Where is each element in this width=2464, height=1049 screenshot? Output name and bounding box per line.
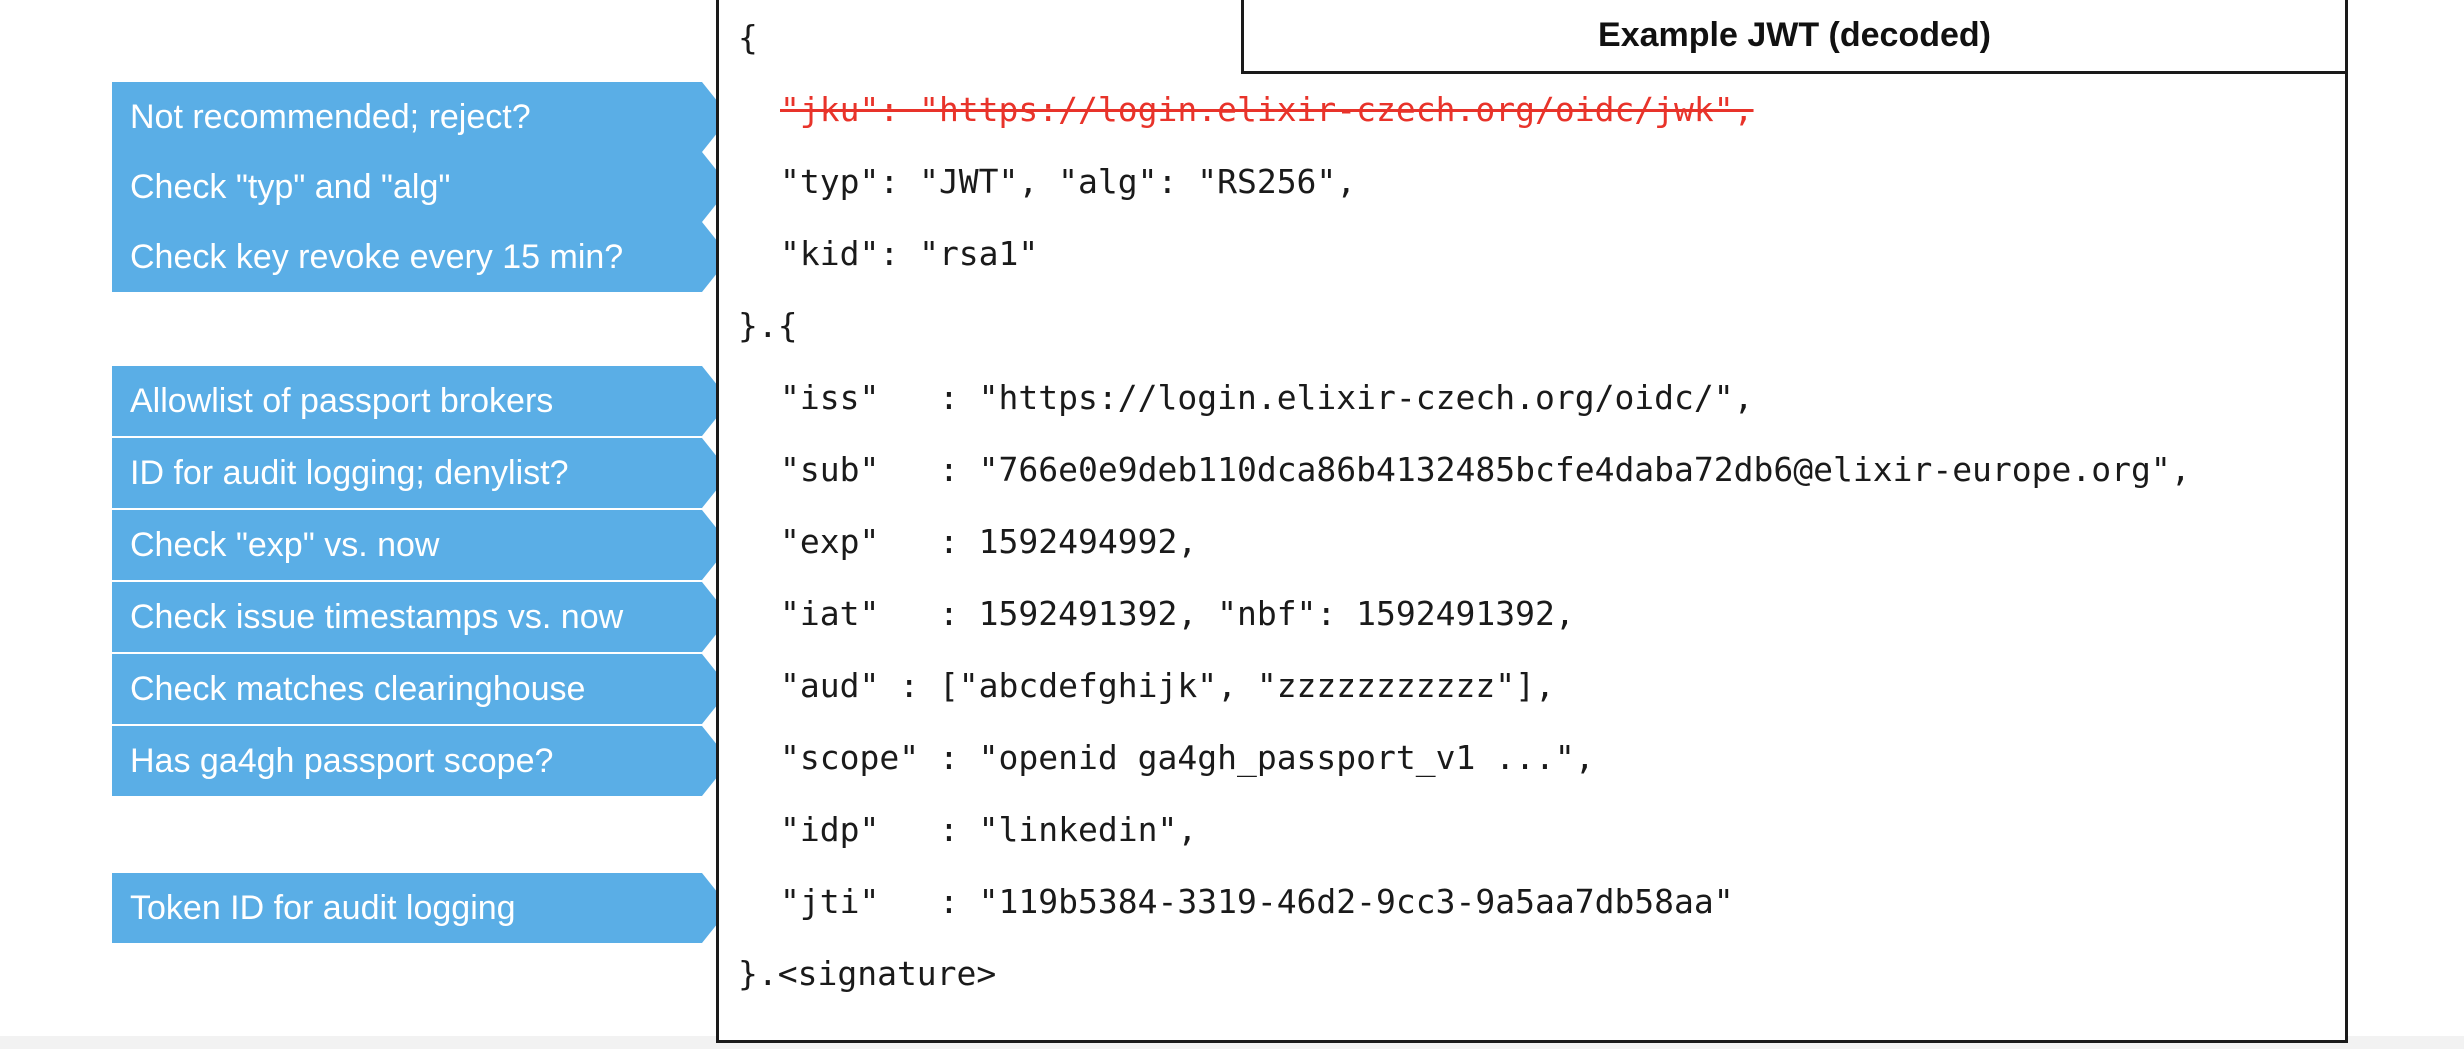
code-kid: "kid": "rsa1" [780, 234, 1039, 273]
code-signature: }.<signature> [738, 954, 997, 993]
callout-label: Has ga4gh passport scope? [130, 741, 554, 780]
callout-sub: ID for audit logging; denylist? [112, 438, 742, 508]
callout-label: ID for audit logging; denylist? [130, 453, 569, 492]
callout-iss: Allowlist of passport brokers [112, 366, 742, 436]
callout-scope: Has ga4gh passport scope? [112, 726, 742, 796]
code-scope: "scope" : "openid ga4gh_passport_v1 ..."… [780, 738, 1595, 777]
callout-kid: Check key revoke every 15 min? [112, 222, 742, 292]
callout-label: Token ID for audit logging [130, 888, 516, 927]
code-open-brace: { [738, 18, 758, 57]
page-title: Example JWT (decoded) [1598, 15, 1991, 54]
callout-label: Check issue timestamps vs. now [130, 597, 624, 636]
title-box: Example JWT (decoded) [1241, 0, 2348, 74]
callout-jku: Not recommended; reject? [112, 82, 742, 152]
callout-jti: Token ID for audit logging [112, 873, 742, 943]
code-idp: "idp" : "linkedin", [780, 810, 1198, 849]
code-jku-struck: "jku": "https://login.elixir-czech.org/o… [780, 90, 1754, 129]
code-typ-alg: "typ": "JWT", "alg": "RS256", [780, 162, 1357, 201]
callout-label: Check key revoke every 15 min? [130, 237, 624, 276]
code-iss: "iss" : "https://login.elixir-czech.org/… [780, 378, 1754, 417]
code-exp: "exp" : 1592494992, [780, 522, 1198, 561]
callout-iat: Check issue timestamps vs. now [112, 582, 742, 652]
code-jti: "jti" : "119b5384-3319-46d2-9cc3-9a5aa7d… [780, 882, 1734, 921]
callout-label: Allowlist of passport brokers [130, 381, 554, 420]
callout-label: Check matches clearinghouse [130, 669, 586, 708]
callout-label: Check "typ" and "alg" [130, 167, 451, 206]
code-sub: "sub" : "766e0e9deb110dca86b4132485bcfe4… [780, 450, 2191, 489]
callout-exp: Check "exp" vs. now [112, 510, 742, 580]
callout-label: Not recommended; reject? [130, 97, 531, 136]
callout-typ-alg: Check "typ" and "alg" [112, 152, 742, 222]
callout-aud: Check matches clearinghouse [112, 654, 742, 724]
code-iat: "iat" : 1592491392, "nbf": 1592491392, [780, 594, 1575, 633]
code-mid-separator: }.{ [738, 306, 798, 345]
callout-label: Check "exp" vs. now [130, 525, 440, 564]
code-aud: "aud" : ["abcdefghijk", "zzzzzzzzzzz"], [780, 666, 1555, 705]
